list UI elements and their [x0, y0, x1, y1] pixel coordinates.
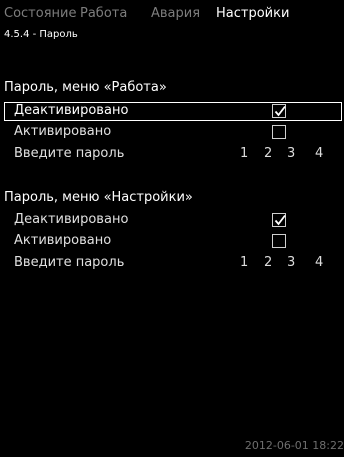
password-digit[interactable]: 2	[264, 146, 272, 161]
checkmark-icon	[274, 214, 286, 226]
tab-operation[interactable]: Работа	[80, 6, 127, 21]
password-digit[interactable]: 4	[315, 146, 323, 161]
timestamp: 2012-06-01 18:22	[244, 439, 344, 452]
tab-settings[interactable]: Настройки	[216, 6, 289, 21]
page-title: 4.5.4 - Пароль	[4, 29, 78, 40]
password-label: Введите пароль	[14, 255, 125, 270]
settings-activated-checkbox[interactable]	[272, 234, 286, 248]
checkmark-icon	[274, 105, 286, 117]
settings-password-row[interactable]: Введите пароль 1 2 3 4	[4, 254, 342, 273]
option-label: Активировано	[14, 124, 112, 139]
operation-deactivated-row[interactable]: Деактивировано	[4, 102, 342, 121]
password-digit[interactable]: 1	[240, 146, 248, 161]
operation-deactivated-checkbox[interactable]	[272, 104, 286, 118]
tab-bar: Состояние Работа Авария Настройки	[4, 6, 344, 26]
settings-deactivated-checkbox[interactable]	[272, 213, 286, 227]
operation-password-row[interactable]: Введите пароль 1 2 3 4	[4, 145, 342, 164]
password-digit[interactable]: 1	[240, 255, 248, 270]
option-label: Деактивировано	[14, 103, 129, 118]
settings-deactivated-row[interactable]: Деактивировано	[4, 211, 342, 230]
section-header-operation-password: Пароль, меню «Работа»	[4, 80, 167, 95]
settings-activated-row[interactable]: Активировано	[4, 232, 342, 251]
password-digit[interactable]: 3	[287, 255, 295, 270]
tab-status[interactable]: Состояние	[4, 6, 76, 21]
password-label: Введите пароль	[14, 146, 125, 161]
operation-activated-row[interactable]: Активировано	[4, 123, 342, 142]
password-digit[interactable]: 2	[264, 255, 272, 270]
option-label: Деактивировано	[14, 212, 129, 227]
tab-alarm[interactable]: Авария	[151, 6, 200, 21]
operation-activated-checkbox[interactable]	[272, 125, 286, 139]
section-header-settings-password: Пароль, меню «Настройки»	[4, 190, 193, 205]
password-digit[interactable]: 3	[287, 146, 295, 161]
password-digit[interactable]: 4	[315, 255, 323, 270]
option-label: Активировано	[14, 233, 112, 248]
